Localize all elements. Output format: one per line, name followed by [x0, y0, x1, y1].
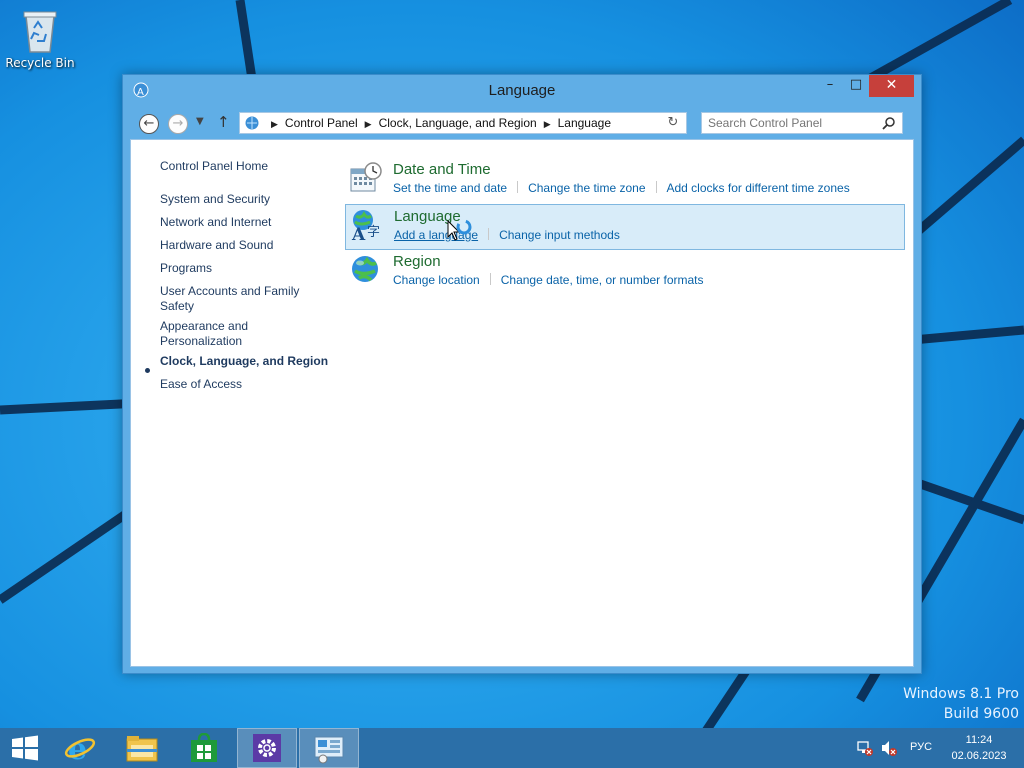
link-add-clocks[interactable]: Add clocks for different time zones: [667, 181, 850, 195]
link-change-input-methods[interactable]: Change input methods: [499, 228, 620, 242]
link-divider: [488, 228, 490, 240]
taskbar-control-panel[interactable]: [299, 728, 359, 768]
search-input[interactable]: [708, 113, 878, 133]
search-icon: [882, 117, 895, 130]
link-change-location[interactable]: Change location: [393, 273, 480, 287]
taskbar: e РУС 11:24 02.06.2023: [0, 728, 1024, 768]
category-links: Set the time and date Change the time zon…: [393, 181, 850, 195]
breadcrumb-language[interactable]: Language: [558, 116, 611, 130]
file-explorer-icon: [126, 736, 158, 762]
sidebar-item-appearance[interactable]: Appearance and Personalization: [160, 319, 270, 349]
title-bar[interactable]: A Language – □ ✕: [123, 75, 921, 105]
category-links: Change location Change date, time, or num…: [393, 273, 704, 287]
category-region: Region Change location Change date, time,…: [345, 250, 905, 296]
breadcrumb-clock-language-region[interactable]: Clock, Language, and Region: [379, 116, 537, 130]
start-icon: [12, 735, 38, 761]
svg-text:字: 字: [367, 225, 380, 240]
taskbar-internet-explorer[interactable]: e: [50, 728, 110, 768]
volume-muted-icon[interactable]: [880, 739, 898, 757]
address-bar[interactable]: ▶ Control Panel ▶ Clock, Language, and Regi…: [239, 112, 687, 134]
watermark-build: Build 9600: [943, 706, 1019, 722]
arrow-up-icon: ↑: [217, 113, 230, 131]
category-language: A 字 Language Add a language Change input …: [345, 204, 905, 250]
os-watermark: Windows 8.1 Pro Build 9600: [903, 684, 1019, 724]
window-content: Control Panel Home System and Security N…: [130, 139, 914, 667]
search-box[interactable]: [701, 112, 903, 134]
breadcrumb-separator[interactable]: ▶: [365, 119, 372, 129]
chevron-down-icon: ▼: [196, 116, 204, 127]
link-change-formats[interactable]: Change date, time, or number formats: [501, 273, 704, 287]
sidebar-item-user-accounts[interactable]: User Accounts and Family Safety: [160, 284, 305, 314]
control-panel-icon: [314, 736, 344, 764]
arrow-left-icon: ←: [143, 116, 155, 131]
settings-icon: [253, 734, 281, 762]
start-button[interactable]: [0, 728, 50, 768]
sidebar-item-programs[interactable]: Programs: [160, 261, 325, 276]
recycle-bin-label: Recycle Bin: [5, 56, 75, 70]
network-tray-icon[interactable]: [856, 739, 874, 757]
breadcrumb-separator: ▶: [271, 119, 278, 129]
taskbar-store[interactable]: [174, 728, 234, 768]
control-panel-icon: [245, 116, 259, 130]
region-globe-icon: [352, 256, 378, 282]
clock-date: 02.06.2023: [951, 750, 1007, 762]
category-title-date-and-time[interactable]: Date and Time: [393, 161, 491, 178]
back-button[interactable]: ←: [139, 114, 159, 134]
link-divider: [517, 181, 519, 193]
taskbar-file-explorer[interactable]: [112, 728, 172, 768]
navigation-bar: ← → ▼ ↑ ▶ Control Panel ▶ Clock, Language, …: [129, 109, 915, 137]
refresh-icon: ↻: [667, 115, 679, 130]
recycle-bin-shortcut[interactable]: Recycle Bin: [4, 6, 76, 70]
sidebar-item-system-and-security[interactable]: System and Security: [160, 192, 325, 207]
category-links: Add a language Change input methods: [394, 228, 620, 242]
svg-text:A: A: [351, 225, 366, 242]
sidebar-item-hardware-and-sound[interactable]: Hardware and Sound: [160, 238, 325, 253]
input-language-indicator[interactable]: РУС: [910, 741, 932, 753]
clock-time: 11:24: [965, 734, 993, 746]
language-globe-icon: A 字: [351, 210, 380, 242]
watermark-edition: Windows 8.1 Pro: [903, 686, 1019, 702]
link-set-time-and-date[interactable]: Set the time and date: [393, 181, 507, 195]
breadcrumb: ▶ Control Panel ▶ Clock, Language, and Regi…: [264, 116, 611, 130]
store-icon: [191, 732, 217, 762]
minimize-button[interactable]: –: [817, 75, 843, 97]
maximize-button[interactable]: □: [843, 75, 869, 97]
calendar-clock-icon: [350, 162, 382, 192]
sidebar-item-clock-language-region[interactable]: Clock, Language, and Region: [160, 354, 335, 369]
forward-button[interactable]: →: [168, 114, 188, 134]
arrow-right-icon: →: [172, 116, 184, 131]
busy-cursor-icon: [447, 219, 472, 241]
link-divider: [489, 273, 491, 285]
active-item-bullet: [145, 368, 150, 373]
internet-explorer-icon: e: [64, 732, 96, 767]
recycle-bin-icon: [23, 11, 57, 53]
sidebar-item-control-panel-home[interactable]: Control Panel Home: [160, 159, 325, 174]
link-change-time-zone[interactable]: Change the time zone: [528, 181, 645, 195]
breadcrumb-separator[interactable]: ▶: [544, 119, 551, 129]
sidebar: Control Panel Home System and Security N…: [131, 140, 341, 666]
category-title-region[interactable]: Region: [393, 253, 441, 270]
sidebar-item-network-and-internet[interactable]: Network and Internet: [160, 215, 325, 230]
close-button[interactable]: ✕: [869, 75, 914, 97]
taskbar-clock[interactable]: 11:24 02.06.2023: [944, 732, 1014, 764]
sidebar-item-ease-of-access[interactable]: Ease of Access: [160, 377, 325, 392]
recent-pages-dropdown[interactable]: ▼: [196, 116, 204, 127]
refresh-button[interactable]: ↻: [660, 112, 687, 134]
category-date-and-time: Date and Time Set the time and date Chang…: [345, 158, 905, 204]
link-divider: [655, 181, 657, 193]
main-content: Date and Time Set the time and date Chang…: [345, 140, 910, 666]
breadcrumb-control-panel[interactable]: Control Panel: [285, 116, 358, 130]
window-title: Language: [488, 82, 556, 99]
up-button[interactable]: ↑: [217, 113, 230, 131]
control-panel-window: A Language – □ ✕ ← → ▼ ↑ ▶ Control Panel ▶…: [122, 74, 922, 674]
taskbar-settings[interactable]: [237, 728, 297, 768]
